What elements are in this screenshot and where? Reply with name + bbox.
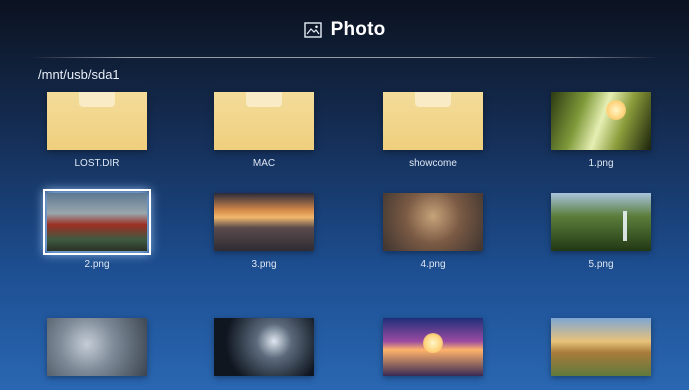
- photo-thumbnail: [383, 193, 483, 251]
- item-label: MAC: [252, 158, 276, 169]
- photo-thumbnail: [214, 193, 314, 251]
- folder-icon: [214, 92, 314, 150]
- grid-item-1-png[interactable]: 1.png: [551, 92, 651, 169]
- grid-item[interactable]: [551, 318, 651, 376]
- photo-thumbnail: [551, 193, 651, 251]
- grid-item-3-png[interactable]: 3.png: [214, 193, 314, 270]
- item-label: 3.png: [251, 259, 277, 270]
- folder-icon: [383, 92, 483, 150]
- photo-thumbnail: [551, 92, 651, 150]
- folder-icon: [47, 92, 147, 150]
- item-label: 4.png: [420, 259, 446, 270]
- file-grid: LOST.DIR MAC showcome 1.png 2.png 3.png …: [0, 0, 689, 390]
- grid-item-mac[interactable]: MAC: [214, 92, 314, 169]
- grid-item[interactable]: [47, 318, 147, 376]
- grid-item-4-png[interactable]: 4.png: [383, 193, 483, 270]
- item-label: 2.png: [84, 259, 110, 270]
- item-label: LOST.DIR: [74, 158, 120, 169]
- photo-thumbnail: [214, 318, 314, 376]
- item-label: 1.png: [588, 158, 614, 169]
- grid-item[interactable]: [383, 318, 483, 376]
- grid-item-showcome[interactable]: showcome: [383, 92, 483, 169]
- grid-item-2-png[interactable]: 2.png: [43, 189, 151, 270]
- photo-thumbnail: [43, 189, 151, 255]
- grid-item[interactable]: [214, 318, 314, 376]
- photo-thumbnail: [47, 318, 147, 376]
- item-label: showcome: [409, 158, 457, 169]
- grid-item-lost-dir[interactable]: LOST.DIR: [47, 92, 147, 169]
- item-label: 5.png: [588, 259, 614, 270]
- grid-item-5-png[interactable]: 5.png: [551, 193, 651, 270]
- photo-thumbnail: [551, 318, 651, 376]
- photo-thumbnail: [383, 318, 483, 376]
